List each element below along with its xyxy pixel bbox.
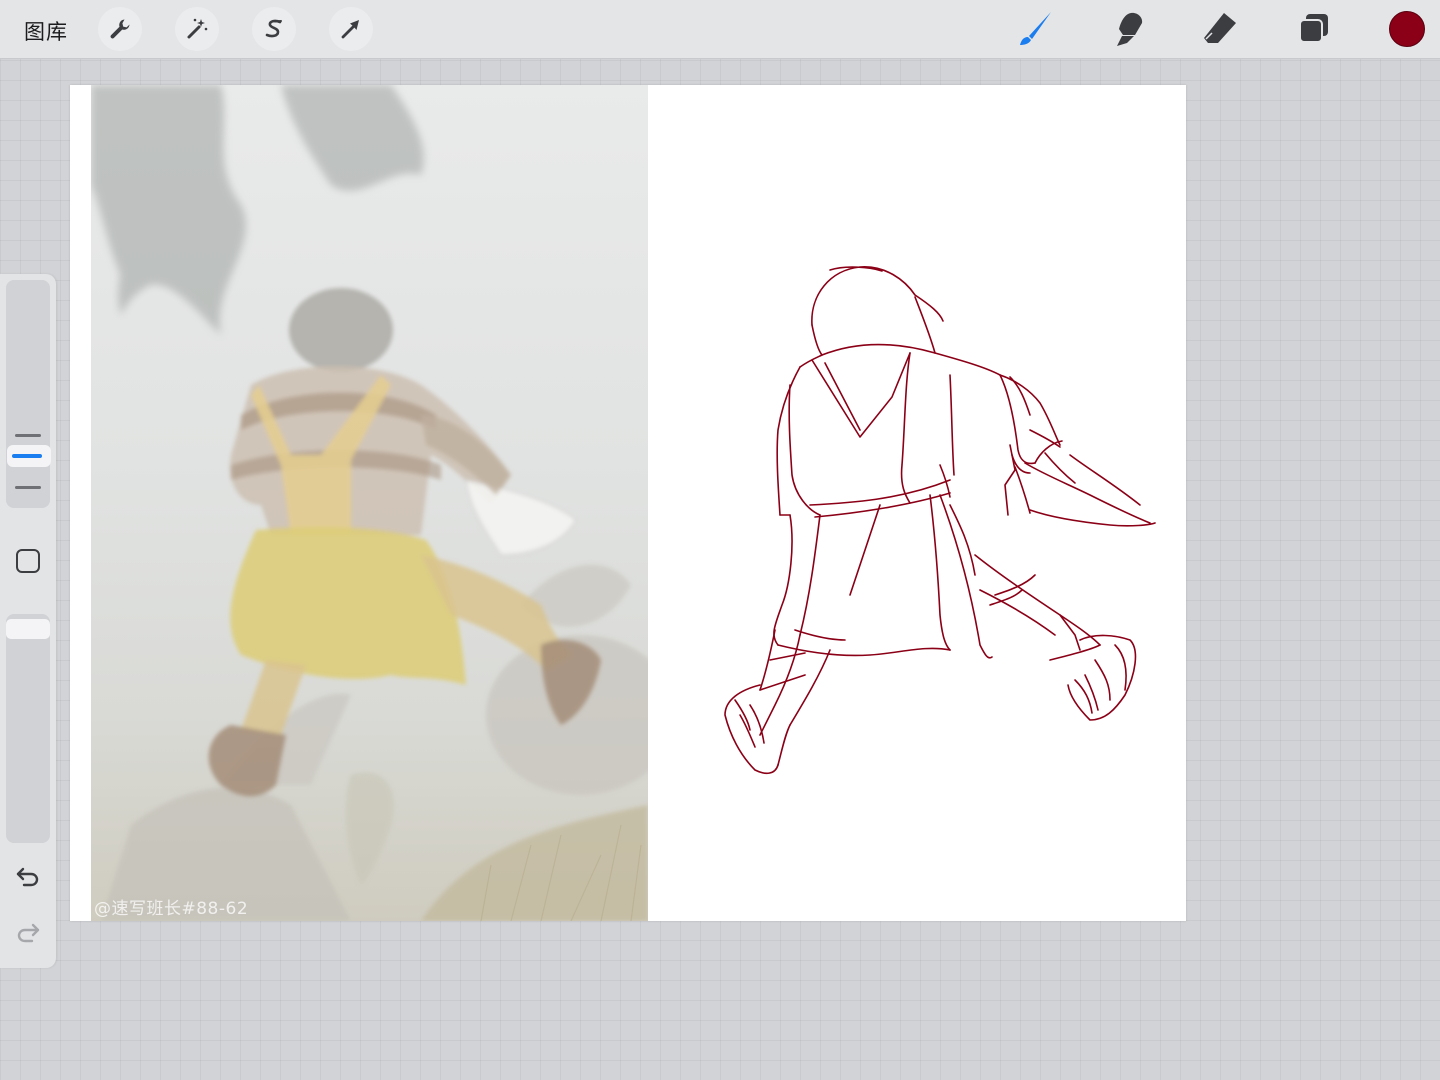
gallery-button[interactable]: 图库: [24, 16, 68, 46]
brush-tool-button[interactable]: [1012, 8, 1056, 50]
selection-button[interactable]: [252, 7, 296, 51]
top-toolbar: 图库: [0, 0, 1440, 59]
modify-button[interactable]: [16, 549, 40, 573]
wrench-icon: [110, 19, 130, 39]
redo-arrow-icon: [17, 923, 40, 943]
layers-icon: [1299, 14, 1328, 43]
brush-size-mark: [15, 434, 41, 437]
magic-wand-icon: [187, 18, 208, 39]
smudge-finger-icon: [1117, 12, 1143, 46]
undo-arrow-icon: [16, 867, 39, 887]
redo-button[interactable]: [12, 916, 44, 948]
brush-size-mark-active: [12, 454, 42, 458]
layers-button[interactable]: [1292, 8, 1336, 50]
smudge-tool-button[interactable]: [1106, 8, 1150, 50]
color-picker-button[interactable]: [1389, 11, 1425, 47]
selection-s-icon: [265, 19, 282, 38]
brush-size-slider[interactable]: [6, 280, 50, 508]
adjustments-button[interactable]: [175, 7, 219, 51]
line-sketch: [724, 266, 1156, 775]
undo-button[interactable]: [12, 860, 44, 892]
brush-icon: [1020, 12, 1051, 45]
arrow-cursor-icon: [341, 20, 359, 39]
eraser-icon: [1204, 13, 1236, 43]
brush-opacity-thumb[interactable]: [6, 619, 50, 639]
transform-button[interactable]: [329, 7, 373, 51]
drawing-canvas[interactable]: @速写班长#88-62: [70, 85, 1186, 921]
brush-size-mark: [15, 486, 41, 489]
actions-button[interactable]: [98, 7, 142, 51]
brush-opacity-slider[interactable]: [6, 614, 50, 843]
eraser-tool-button[interactable]: [1198, 8, 1242, 50]
